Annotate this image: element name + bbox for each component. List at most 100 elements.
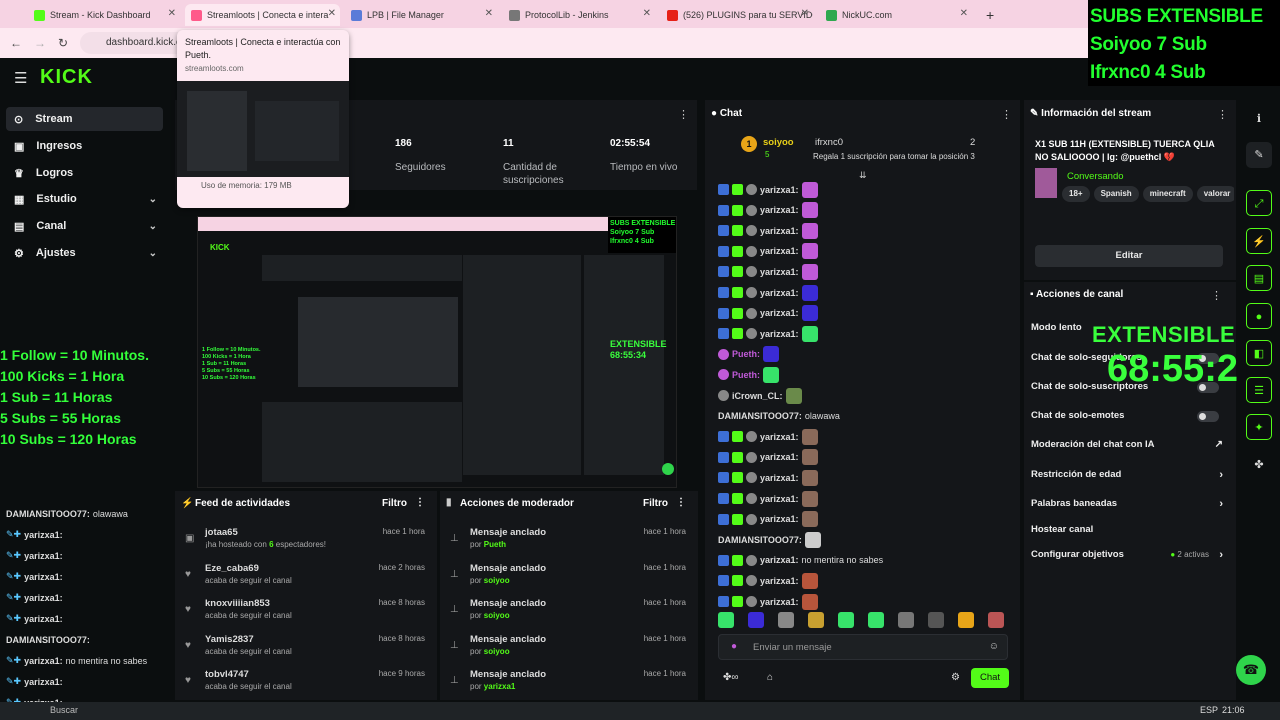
wrench-icon[interactable]: ✦ bbox=[1246, 414, 1272, 440]
toggle-switch[interactable] bbox=[1197, 411, 1219, 422]
close-icon[interactable]: ✕ bbox=[801, 8, 809, 19]
chat-username[interactable]: yarizxa1: bbox=[760, 267, 799, 277]
tab-kick-dashboard[interactable]: Stream - Kick Dashboard ✕ bbox=[28, 4, 180, 26]
more-options-icon[interactable]: ⋮ bbox=[1211, 289, 1222, 302]
chat-username[interactable]: yarizxa1: bbox=[760, 288, 799, 298]
more-options-icon[interactable]: ⋮ bbox=[676, 497, 686, 508]
mod-action-item[interactable]: ⊥ Mensaje anclado por soiyoo hace 1 hora bbox=[440, 594, 698, 630]
category-link[interactable]: Conversando bbox=[1067, 171, 1124, 182]
back-arrow-icon[interactable]: ← bbox=[10, 36, 22, 50]
chat-message[interactable]: yarizxa1: bbox=[718, 427, 818, 446]
chat-username[interactable]: DAMIANSITOOO77: bbox=[718, 535, 802, 545]
more-options-icon[interactable]: ⋮ bbox=[1217, 108, 1228, 121]
chat-username[interactable]: iCrown_CL: bbox=[732, 391, 783, 401]
activity-feed-item[interactable]: ♥ tobvl4747 acaba de seguir el canal hace … bbox=[175, 665, 437, 701]
pencil-icon[interactable]: ✎ bbox=[1246, 142, 1272, 168]
mod-action-item[interactable]: ⊥ Mensaje anclado por soiyoo hace 1 hora bbox=[440, 559, 698, 595]
chat-username[interactable]: Pueth: bbox=[732, 349, 760, 359]
emote-shortcut[interactable] bbox=[748, 612, 764, 628]
sidebar-item-ajustes[interactable]: ⚙ Ajustes ⌄ bbox=[6, 241, 163, 265]
sidebar-item-canal[interactable]: ▤ Canal ⌄ bbox=[6, 214, 163, 238]
mod-action-user[interactable]: yarizxa1 bbox=[484, 682, 516, 691]
emote-shortcut[interactable] bbox=[778, 612, 794, 628]
sidebar-item-stream[interactable]: ⊙ Stream bbox=[6, 107, 163, 131]
activity-feed-item[interactable]: ♥ Eze_caba69 acaba de seguir el canal hace… bbox=[175, 559, 437, 595]
chat-username[interactable]: yarizxa1: bbox=[760, 246, 799, 256]
chat-message[interactable]: DAMIANSITOOO77: bbox=[718, 530, 821, 549]
gift-prompt[interactable]: Regala 1 suscripción para tomar la posic… bbox=[813, 152, 975, 161]
filter-button[interactable]: Filtro bbox=[643, 498, 668, 509]
chat-username[interactable]: yarizxa1: bbox=[760, 205, 799, 215]
info-icon[interactable]: ℹ bbox=[1246, 106, 1272, 132]
channel-action-row[interactable]: Palabras baneadas › bbox=[1031, 498, 1229, 512]
close-icon[interactable]: ✕ bbox=[485, 8, 493, 19]
second-gifter-name[interactable]: ifrxnc0 bbox=[815, 137, 843, 148]
emote-shortcut[interactable] bbox=[898, 612, 914, 628]
more-options-icon[interactable]: ⋮ bbox=[415, 497, 425, 508]
tab-file-manager[interactable]: LPB | File Manager ✕ bbox=[345, 4, 497, 26]
chat-message[interactable]: yarizxa1: bbox=[718, 262, 818, 281]
close-icon[interactable]: ✕ bbox=[960, 8, 968, 19]
chat-message[interactable]: yarizxa1: bbox=[718, 571, 818, 590]
chat-message[interactable]: yarizxa1: bbox=[718, 489, 818, 508]
send-chat-button[interactable]: Chat bbox=[971, 668, 1009, 688]
chat-message[interactable]: yarizxa1: bbox=[718, 221, 818, 240]
pip-icon[interactable]: ◧ bbox=[1246, 340, 1272, 366]
mod-action-user[interactable]: Pueth bbox=[484, 540, 506, 549]
tag-chip[interactable]: Spanish bbox=[1093, 186, 1139, 202]
mod-action-item[interactable]: ⊥ Mensaje anclado por yarizxa1 hace 1 hora bbox=[440, 665, 698, 701]
chat-username[interactable]: yarizxa1: bbox=[760, 185, 799, 195]
sidebar-item-ingresos[interactable]: ▣ Ingresos bbox=[6, 134, 163, 158]
points-icon[interactable]: ✤∞ bbox=[723, 672, 739, 683]
sidebar-item-estudio[interactable]: ▦ Estudio ⌄ bbox=[6, 187, 163, 211]
chat-message[interactable]: yarizxa1: bbox=[718, 510, 818, 529]
chat-username[interactable]: DAMIANSITOOO77: bbox=[718, 411, 802, 421]
emote-shortcut[interactable] bbox=[958, 612, 974, 628]
activity-feed-item[interactable]: ♥ Yamis2837 acaba de seguir el canal hace … bbox=[175, 630, 437, 666]
emote-shortcut[interactable] bbox=[838, 612, 854, 628]
chat-username[interactable]: yarizxa1: bbox=[760, 473, 799, 483]
tab-nickuc[interactable]: NickUC.com ✕ bbox=[820, 4, 972, 26]
chat-message[interactable]: Pueth: bbox=[718, 345, 779, 364]
chat-username[interactable]: yarizxa1: bbox=[760, 555, 799, 565]
tag-chip[interactable]: valorar bbox=[1196, 186, 1234, 202]
mod-action-item[interactable]: ⊥ Mensaje anclado por soiyoo hace 1 hora bbox=[440, 630, 698, 666]
chat-message[interactable]: yarizxa1: no mentira no sabes bbox=[718, 551, 883, 570]
more-options-icon[interactable]: ⋮ bbox=[1001, 108, 1012, 121]
chat-username[interactable]: yarizxa1: bbox=[760, 514, 799, 524]
close-icon[interactable]: ✕ bbox=[643, 8, 651, 19]
chat-username[interactable]: yarizxa1: bbox=[760, 226, 799, 236]
top-gifter-name[interactable]: soiyoo bbox=[763, 137, 794, 148]
message-icon[interactable]: ● bbox=[1246, 303, 1272, 329]
emote-shortcut[interactable] bbox=[988, 612, 1004, 628]
emote-shortcut[interactable] bbox=[868, 612, 884, 628]
chat-input[interactable]: ● Enviar un mensaje ☺ bbox=[718, 634, 1008, 660]
tab-streamloots[interactable]: Streamloots | Conecta e intera ✕ bbox=[185, 4, 340, 26]
chat-message[interactable]: yarizxa1: bbox=[718, 468, 818, 487]
emote-shortcut[interactable] bbox=[718, 612, 734, 628]
tag-chip[interactable]: 18+ bbox=[1062, 186, 1090, 202]
kick-logo[interactable]: KICK bbox=[40, 66, 93, 89]
taskbar-language[interactable]: ESP bbox=[1200, 705, 1218, 715]
gift-icon[interactable]: ⌂ bbox=[767, 672, 773, 683]
tab-jenkins[interactable]: ProtocolLib - Jenkins ✕ bbox=[503, 4, 655, 26]
mod-action-user[interactable]: soiyoo bbox=[484, 611, 510, 620]
chat-username[interactable]: Pueth: bbox=[732, 370, 760, 380]
sidebar-item-logros[interactable]: ♛ Logros bbox=[6, 161, 163, 185]
reload-icon[interactable]: ↻ bbox=[58, 36, 68, 50]
filter-button[interactable]: Filtro bbox=[382, 498, 407, 509]
chat-username[interactable]: yarizxa1: bbox=[760, 329, 799, 339]
channel-action-row[interactable]: Chat de solo-emotes bbox=[1031, 410, 1229, 424]
mod-action-item[interactable]: ⊥ Mensaje anclado por Pueth hace 1 hora bbox=[440, 523, 698, 559]
chat-message[interactable]: yarizxa1: bbox=[718, 180, 818, 199]
chat-message[interactable]: iCrown_CL: bbox=[718, 386, 802, 405]
chat-message[interactable]: yarizxa1: bbox=[718, 304, 818, 323]
tab-youtube[interactable]: (526) PLUGINS para tu SERVIDO ✕ bbox=[661, 4, 813, 26]
emoji-icon[interactable]: ☺ bbox=[989, 641, 999, 652]
chat-message[interactable]: Pueth: bbox=[718, 365, 779, 384]
new-tab-button[interactable]: + bbox=[980, 4, 1000, 26]
document-icon[interactable]: ▤ bbox=[1246, 265, 1272, 291]
emote-shortcut[interactable] bbox=[928, 612, 944, 628]
channel-action-row[interactable]: Configurar objetivos ● 2 activas › bbox=[1031, 549, 1229, 563]
channel-action-row[interactable]: Hostear canal bbox=[1031, 524, 1229, 538]
